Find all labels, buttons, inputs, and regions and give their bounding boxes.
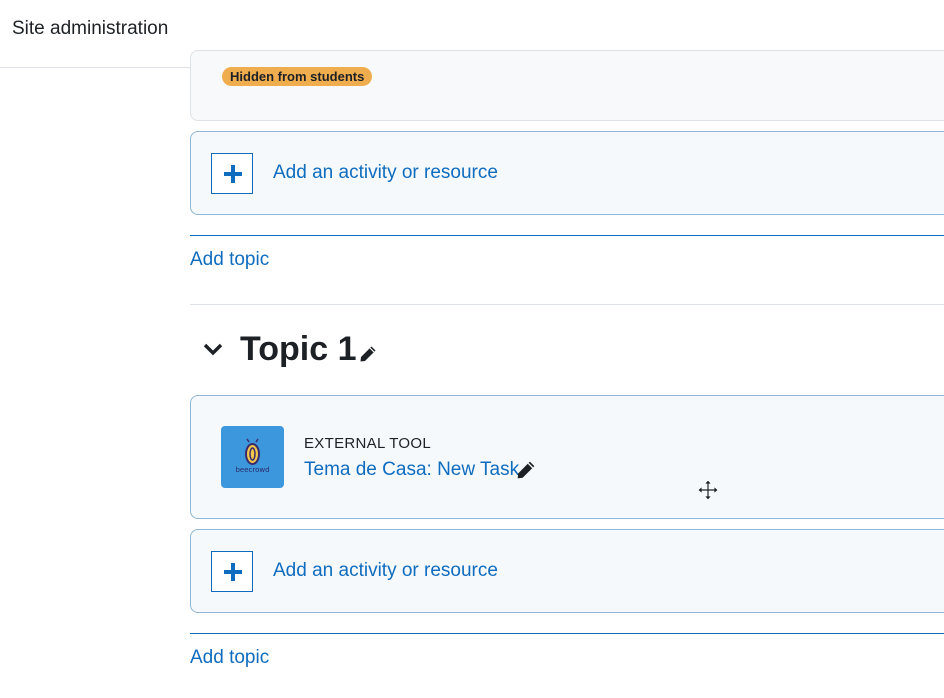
pencil-icon[interactable]	[516, 460, 536, 480]
add-topic-link[interactable]: Add topic	[190, 249, 269, 271]
activity-name-link[interactable]: Tema de Casa: New Task	[304, 459, 519, 481]
move-cursor-icon	[697, 479, 719, 501]
plus-icon	[211, 153, 253, 194]
hidden-from-students-badge: Hidden from students	[222, 67, 373, 86]
site-administration-link[interactable]: Site administration	[12, 18, 168, 40]
add-activity-label: Add an activity or resource	[273, 162, 498, 183]
chevron-down-icon[interactable]	[201, 338, 225, 362]
add-activity-button-section0[interactable]: Add an activity or resource	[190, 131, 944, 215]
activity-type-label: EXTERNAL TOOL	[304, 435, 431, 452]
add-topic-link[interactable]: Add topic	[190, 647, 269, 669]
plus-icon	[211, 551, 253, 592]
section-divider	[190, 304, 944, 305]
previous-activity-card: Hidden from students	[190, 50, 944, 121]
svg-text:beecrowd: beecrowd	[235, 466, 269, 474]
activity-card-external-tool: beecrowd EXTERNAL TOOL Tema de Casa: New…	[190, 395, 944, 519]
beecrowd-logo-icon: beecrowd	[221, 426, 284, 488]
add-activity-button-topic1[interactable]: Add an activity or resource	[190, 529, 944, 613]
add-topic-section0: Add topic	[190, 235, 944, 285]
topic-title: Topic 1	[240, 330, 357, 368]
add-topic-topic1: Add topic	[190, 633, 944, 683]
add-activity-label: Add an activity or resource	[273, 560, 498, 581]
pencil-icon[interactable]	[359, 345, 377, 363]
